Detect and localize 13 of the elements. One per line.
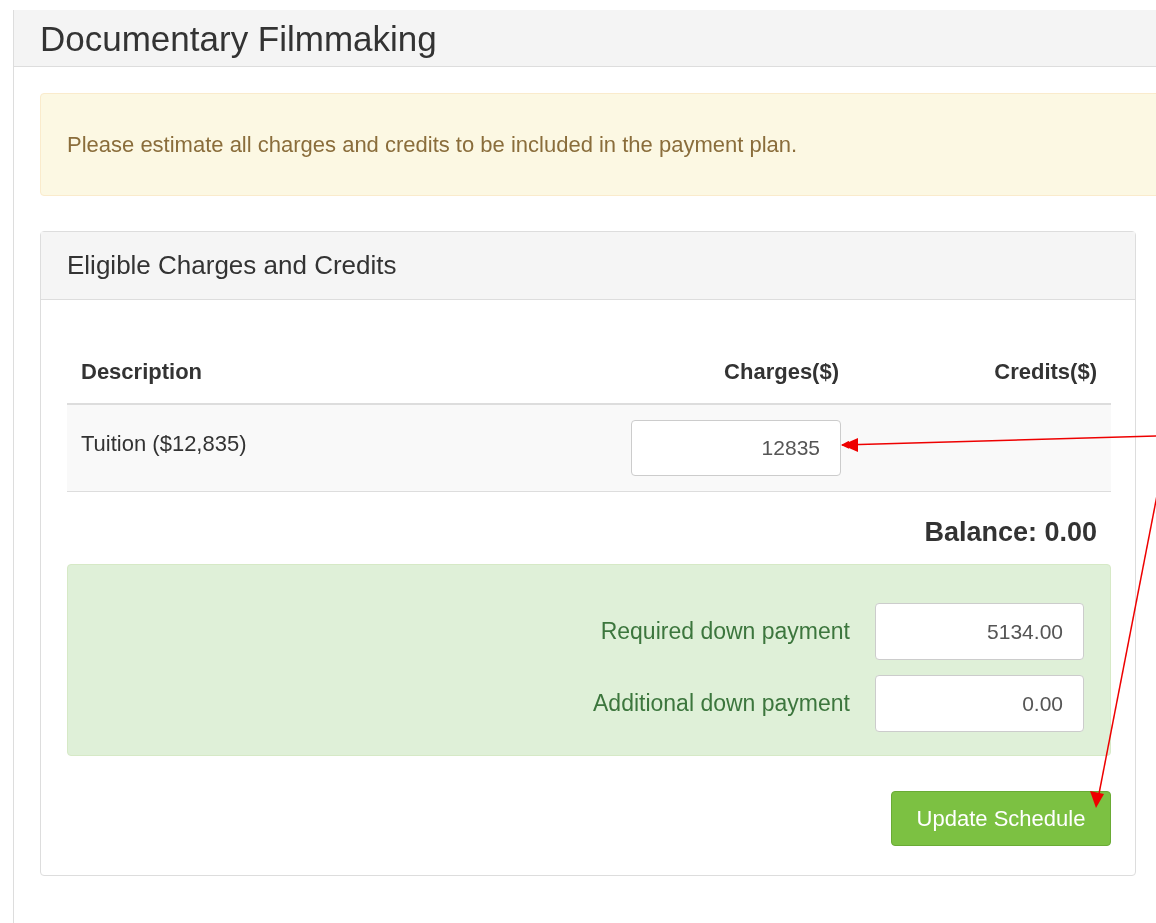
amount-input[interactable]: 0.00 (875, 675, 1084, 732)
field-label: Required down payment (600, 617, 850, 647)
column-header: Description (80, 358, 204, 386)
panel-title: Eligible Charges and Credits (67, 249, 397, 282)
table-cell-text: Tuition ($12,835) (80, 430, 248, 458)
page-title: Documentary Filmmaking (40, 20, 437, 56)
amount-input[interactable]: 5134.00 (875, 603, 1084, 660)
field-label: Additional down payment (593, 689, 850, 719)
column-header: Charges($) (723, 358, 840, 386)
balance-text: Balance: 0.00 (924, 516, 1097, 548)
alert-text: Please estimate all charges and credits to be included in the payment plan. (67, 131, 798, 159)
charges-input[interactable]: 12835 (631, 420, 841, 476)
column-header: Credits($) (993, 358, 1098, 386)
